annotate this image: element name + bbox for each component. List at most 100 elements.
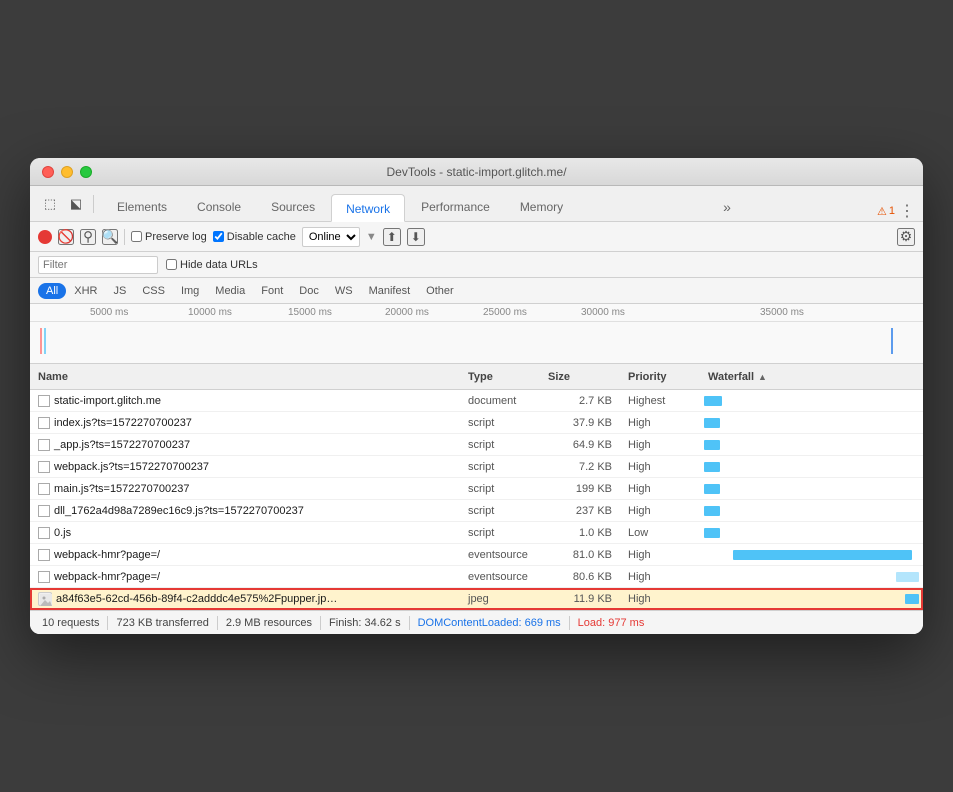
row-name: a84f63e5-62cd-456b-89f4-c2adddc4e575%2Fp… bbox=[30, 592, 460, 606]
ruler-mark-7: 35000 ms bbox=[760, 304, 804, 321]
row-size: 1.0 KB bbox=[540, 527, 620, 539]
type-btn-manifest[interactable]: Manifest bbox=[361, 283, 419, 299]
status-divider-1 bbox=[107, 616, 108, 630]
file-icon bbox=[38, 439, 50, 451]
table-row[interactable]: webpack.js?ts=1572270700237 script 7.2 K… bbox=[30, 456, 923, 478]
type-btn-img[interactable]: Img bbox=[173, 283, 207, 299]
device-toolbar-button[interactable]: ⬕ bbox=[64, 192, 88, 216]
throttle-select[interactable]: Online bbox=[302, 227, 360, 247]
table-row[interactable]: _app.js?ts=1572270700237 script 64.9 KB … bbox=[30, 434, 923, 456]
export-har-button[interactable]: ⬇ bbox=[407, 228, 425, 246]
row-priority: High bbox=[620, 571, 700, 583]
row-type: script bbox=[460, 461, 540, 473]
hide-data-urls-checkbox[interactable] bbox=[166, 259, 177, 270]
table-row[interactable]: webpack-hmr?page=/ eventsource 81.0 KB H… bbox=[30, 544, 923, 566]
filter-input[interactable] bbox=[38, 256, 158, 274]
row-waterfall bbox=[700, 478, 923, 499]
row-waterfall bbox=[700, 566, 923, 587]
record-button[interactable] bbox=[38, 230, 52, 244]
clear-button[interactable]: 🚫 bbox=[58, 229, 74, 245]
type-btn-media[interactable]: Media bbox=[207, 283, 253, 299]
table-header: Name Type Size Priority Waterfall ▲ bbox=[30, 364, 923, 390]
tab-elements[interactable]: Elements bbox=[103, 193, 181, 221]
col-header-priority[interactable]: Priority bbox=[620, 371, 700, 383]
timeline-chart bbox=[30, 322, 923, 364]
row-name: dll_1762a4d98a7289ec16c9.js?ts=157227070… bbox=[30, 505, 460, 517]
table-row[interactable]: static-import.glitch.me document 2.7 KB … bbox=[30, 390, 923, 412]
devtools-window: DevTools - static-import.glitch.me/ ⬚ ⬕ … bbox=[30, 158, 923, 634]
close-button[interactable] bbox=[42, 166, 54, 178]
type-btn-font[interactable]: Font bbox=[253, 283, 291, 299]
devtools-menu-button[interactable]: ⋮ bbox=[899, 201, 915, 221]
col-header-size[interactable]: Size bbox=[540, 371, 620, 383]
waterfall-bar bbox=[704, 506, 720, 516]
row-type: eventsource bbox=[460, 571, 540, 583]
hide-data-urls-label[interactable]: Hide data URLs bbox=[166, 259, 258, 271]
row-size: 11.9 KB bbox=[540, 593, 620, 605]
row-size: 80.6 KB bbox=[540, 571, 620, 583]
type-btn-ws[interactable]: WS bbox=[327, 283, 361, 299]
minimize-button[interactable] bbox=[61, 166, 73, 178]
row-type: jpeg bbox=[460, 593, 540, 605]
row-size: 37.9 KB bbox=[540, 417, 620, 429]
waterfall-bar bbox=[905, 594, 918, 604]
waterfall-bar bbox=[733, 550, 911, 560]
sort-arrow-icon: ▲ bbox=[758, 372, 767, 382]
row-size: 2.7 KB bbox=[540, 395, 620, 407]
table-row[interactable]: main.js?ts=1572270700237 script 199 KB H… bbox=[30, 478, 923, 500]
type-btn-js[interactable]: JS bbox=[105, 283, 134, 299]
type-btn-css[interactable]: CSS bbox=[134, 283, 173, 299]
row-size: 199 KB bbox=[540, 483, 620, 495]
status-dom-content-loaded[interactable]: DOMContentLoaded: 669 ms bbox=[418, 617, 561, 629]
preserve-log-checkbox[interactable] bbox=[131, 231, 142, 242]
table-row[interactable]: webpack-hmr?page=/ eventsource 80.6 KB H… bbox=[30, 566, 923, 588]
col-header-waterfall[interactable]: Waterfall ▲ bbox=[700, 371, 923, 383]
filter-icon-button[interactable]: ⚲ bbox=[80, 229, 96, 245]
table-row[interactable]: dll_1762a4d98a7289ec16c9.js?ts=157227070… bbox=[30, 500, 923, 522]
row-priority: High bbox=[620, 549, 700, 561]
status-divider-2 bbox=[217, 616, 218, 630]
tab-performance[interactable]: Performance bbox=[407, 193, 504, 221]
table-row[interactable]: index.js?ts=1572270700237 script 37.9 KB… bbox=[30, 412, 923, 434]
table-row-highlighted[interactable]: a84f63e5-62cd-456b-89f4-c2adddc4e575%2Fp… bbox=[30, 588, 923, 610]
row-waterfall bbox=[700, 522, 923, 543]
preserve-log-label[interactable]: Preserve log bbox=[131, 231, 207, 243]
file-icon bbox=[38, 549, 50, 561]
tab-more-button[interactable]: » bbox=[717, 193, 737, 221]
tab-sources[interactable]: Sources bbox=[257, 193, 329, 221]
col-header-name[interactable]: Name bbox=[30, 371, 460, 383]
nt-divider-1 bbox=[124, 229, 125, 245]
tab-console[interactable]: Console bbox=[183, 193, 255, 221]
disable-cache-checkbox[interactable] bbox=[213, 231, 224, 242]
status-divider-3 bbox=[320, 616, 321, 630]
type-btn-xhr[interactable]: XHR bbox=[66, 283, 105, 299]
tl-marker-right bbox=[891, 328, 893, 354]
tab-extras: ⚠ 1 ⋮ bbox=[877, 201, 915, 221]
row-priority: High bbox=[620, 461, 700, 473]
file-icon bbox=[38, 395, 50, 407]
status-transferred: 723 KB transferred bbox=[116, 617, 208, 629]
type-btn-all[interactable]: All bbox=[38, 283, 66, 299]
row-priority: High bbox=[620, 417, 700, 429]
settings-button[interactable]: ⚙ bbox=[897, 228, 915, 246]
type-btn-other[interactable]: Other bbox=[418, 283, 462, 299]
search-icon-button[interactable]: 🔍 bbox=[102, 229, 118, 245]
tab-memory[interactable]: Memory bbox=[506, 193, 577, 221]
row-name: webpack-hmr?page=/ bbox=[30, 549, 460, 561]
col-header-type[interactable]: Type bbox=[460, 371, 540, 383]
status-divider-5 bbox=[569, 616, 570, 630]
disable-cache-label[interactable]: Disable cache bbox=[213, 231, 296, 243]
tab-network[interactable]: Network bbox=[331, 194, 405, 222]
import-har-button[interactable]: ⬆ bbox=[383, 228, 401, 246]
ruler-mark-1: 5000 ms bbox=[90, 304, 128, 321]
table-row[interactable]: 0.js script 1.0 KB Low bbox=[30, 522, 923, 544]
status-finish: Finish: 34.62 s bbox=[329, 617, 401, 629]
row-name: index.js?ts=1572270700237 bbox=[30, 417, 460, 429]
waterfall-bar bbox=[896, 572, 918, 582]
row-name: 0.js bbox=[30, 527, 460, 539]
cursor-tool-button[interactable]: ⬚ bbox=[38, 192, 62, 216]
maximize-button[interactable] bbox=[80, 166, 92, 178]
type-btn-doc[interactable]: Doc bbox=[291, 283, 327, 299]
row-name: webpack.js?ts=1572270700237 bbox=[30, 461, 460, 473]
row-type: document bbox=[460, 395, 540, 407]
